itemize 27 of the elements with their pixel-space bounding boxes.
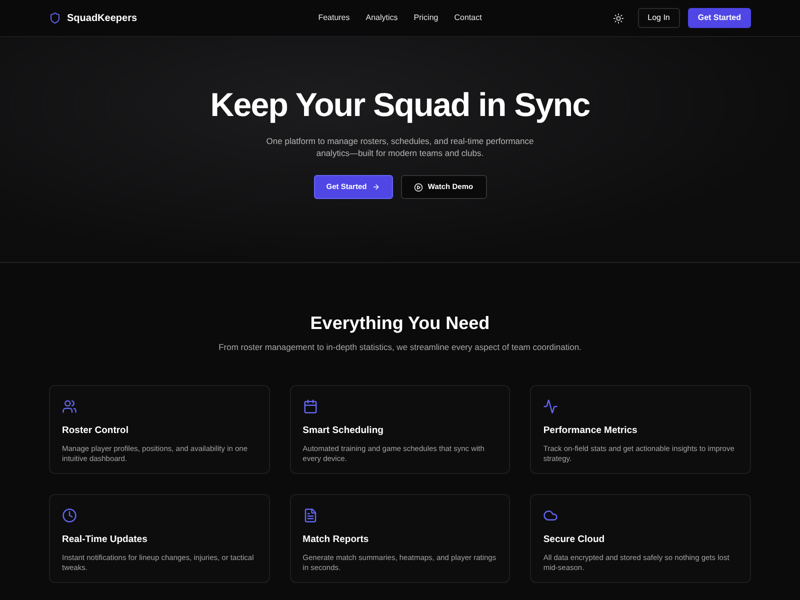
section-subtitle: From roster management to in-depth statistics, we streamline every aspect of team coordination. (218, 341, 582, 354)
feature-title: Performance Metrics (543, 424, 638, 438)
cloud-icon (543, 508, 558, 523)
hero-subtitle: One platform to manage rosters, schedules, and real-time performance analytics—built for modern teams and clubs. (265, 135, 535, 159)
feature-title: Secure Cloud (543, 532, 606, 547)
get-started-button[interactable]: Get Started (688, 8, 751, 28)
login-button[interactable]: Log In (638, 8, 680, 28)
nav-link[interactable]: Pricing (414, 12, 438, 24)
theme-toggle-icon[interactable] (612, 12, 624, 24)
users-icon (62, 398, 77, 414)
nav-link[interactable]: Contact (454, 12, 482, 24)
nav-link[interactable]: Analytics (366, 12, 398, 24)
feature-title: Roster Control (62, 424, 130, 438)
hero-title: Keep Your Squad in Sync (210, 85, 590, 125)
feature-title: Smart Scheduling (302, 424, 384, 438)
section-title: Everything You Need (310, 312, 490, 335)
brand-name: SquadKeepers (67, 12, 138, 26)
shield-logo-icon (49, 12, 61, 24)
feature-title: Real-Time Updates (62, 532, 148, 547)
nav-link[interactable]: Features (318, 12, 350, 24)
document-icon (302, 508, 318, 523)
clock-icon (62, 508, 77, 523)
feature-title: Match Reports (302, 532, 370, 547)
arrow-right-icon (372, 183, 380, 191)
pulse-icon (543, 398, 558, 414)
play-icon (414, 182, 423, 192)
calendar-icon (302, 398, 318, 414)
